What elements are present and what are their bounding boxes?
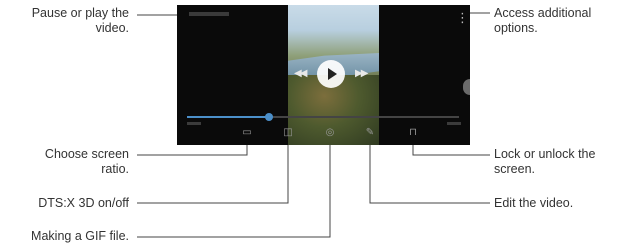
- callout-edit: Edit the video.: [494, 196, 574, 210]
- elapsed-time: [187, 122, 201, 125]
- lock-icon[interactable]: ⊓: [407, 127, 419, 139]
- screen-ratio-icon[interactable]: ▭: [241, 127, 253, 139]
- line-gif: [137, 137, 331, 238]
- side-panel-handle[interactable]: [463, 79, 470, 95]
- dtsx-3d-icon[interactable]: ◫: [282, 127, 294, 139]
- video-title: [189, 12, 229, 16]
- callout-more-options: Access additional options.: [494, 6, 592, 35]
- total-time: [447, 122, 461, 125]
- seek-bar[interactable]: [187, 113, 459, 121]
- seek-bar-fill: [187, 116, 269, 118]
- callout-dtsx: DTS:X 3D on/off: [38, 196, 129, 210]
- line-edit: [369, 137, 490, 204]
- callout-pause-play: Pause or play the video.: [31, 6, 129, 35]
- callout-gif: Making a GIF file.: [31, 229, 129, 243]
- line-dtsx: [137, 137, 289, 204]
- play-icon[interactable]: [317, 60, 345, 88]
- callout-lock: Lock or unlock the screen.: [494, 147, 596, 176]
- seek-thumb[interactable]: [264, 113, 273, 121]
- callout-screen-ratio: Choose screen ratio.: [44, 147, 129, 176]
- fast-forward-icon[interactable]: ▶▶: [355, 68, 368, 79]
- rewind-icon[interactable]: ◀◀: [294, 68, 307, 79]
- edit-pencil-icon[interactable]: ✎: [364, 127, 376, 139]
- more-vertical-icon[interactable]: ⋮: [456, 11, 469, 25]
- gif-icon[interactable]: ◎: [324, 127, 336, 139]
- video-player-screen: ⋮ ◀◀ ▶▶ ▭ ◫ ◎ ✎ ⊓: [177, 5, 470, 145]
